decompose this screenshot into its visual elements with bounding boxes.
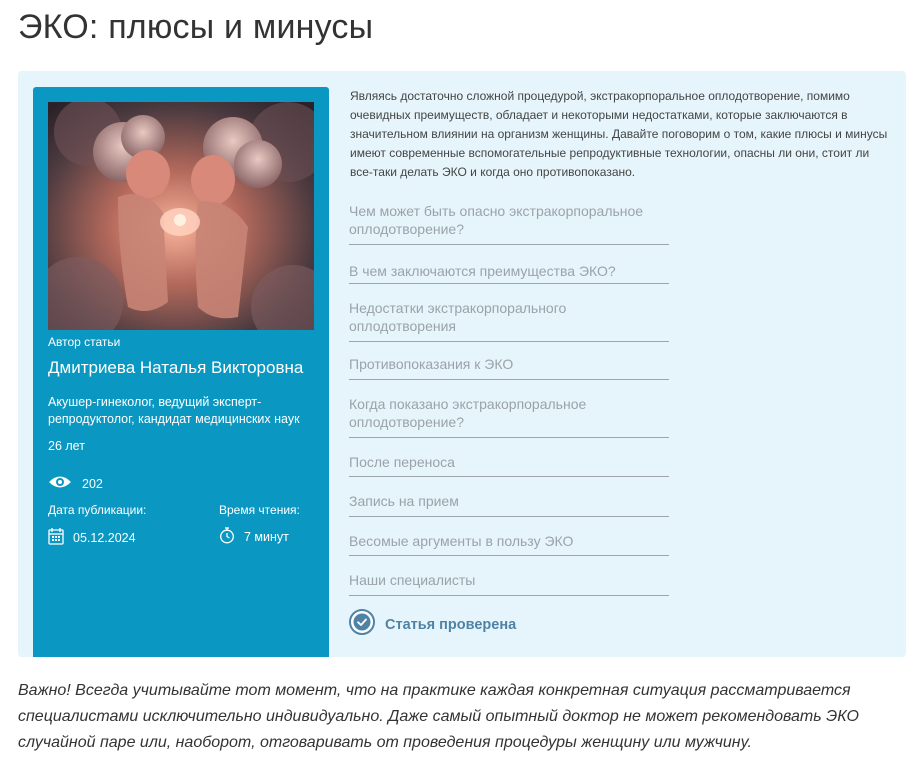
reading-time-value: 7 минут: [244, 530, 289, 544]
page-title: ЭКО: плюсы и минусы: [18, 8, 374, 46]
toc-item: После переноса: [349, 453, 669, 477]
toc-link[interactable]: Противопоказания к ЭКО: [349, 355, 669, 380]
toc-item: Запись на прием: [349, 492, 669, 517]
published-label: Дата публикации:: [48, 503, 147, 517]
toc-link[interactable]: Чем может быть опасно экстракорпоральное…: [349, 202, 669, 245]
toc-link[interactable]: Недостатки экстракорпорального оплодотво…: [349, 299, 669, 342]
reading-time: 7 минут: [219, 527, 289, 547]
author-name[interactable]: Дмитриева Наталья Викторовна: [48, 358, 303, 378]
toc-item: Весомые аргументы в пользу ЭКО: [349, 532, 669, 556]
toc-item: Противопоказания к ЭКО: [349, 355, 669, 380]
verified-label: Статья проверена: [385, 616, 517, 633]
article-verified-badge[interactable]: Статья проверена: [349, 609, 516, 640]
important-note: Важно! Всегда учитывайте тот момент, что…: [18, 682, 859, 751]
calendar-icon: [48, 527, 64, 548]
author-position: Акушер-гинеколог, ведущий эксперт-репрод…: [48, 395, 300, 426]
reading-time-label: Время чтения:: [219, 503, 300, 517]
views-count: 202: [82, 476, 103, 491]
article-intro: Являясь достаточно сложной процедурой, э…: [350, 89, 888, 179]
views-counter: 202: [48, 474, 103, 493]
check-circle-icon: [349, 609, 375, 640]
toc-item: Недостатки экстракорпорального оплодотво…: [349, 299, 669, 342]
article-illustration: [48, 102, 314, 330]
toc-link[interactable]: Когда показано экстракорпоральное оплодо…: [349, 395, 669, 438]
author-card: Автор статьи Дмитриева Наталья Викторовн…: [33, 87, 329, 657]
table-of-contents: Чем может быть опасно экстракорпоральное…: [349, 202, 669, 596]
eye-icon: [48, 474, 72, 493]
published-date: 05.12.2024: [48, 527, 136, 548]
toc-link[interactable]: После переноса: [349, 453, 669, 477]
toc-link[interactable]: Наши специалисты: [349, 571, 669, 596]
toc-link[interactable]: В чем заключаются преимущества ЭКО?: [349, 262, 669, 284]
toc-link[interactable]: Запись на прием: [349, 492, 669, 517]
toc-item: Наши специалисты: [349, 571, 669, 596]
toc-item: Чем может быть опасно экстракорпоральное…: [349, 202, 669, 245]
timer-icon: [219, 527, 235, 547]
author-experience: 26 лет: [48, 439, 85, 453]
toc-item: Когда показано экстракорпоральное оплодо…: [349, 395, 669, 438]
toc-link[interactable]: Весомые аргументы в пользу ЭКО: [349, 532, 669, 556]
toc-item: В чем заключаются преимущества ЭКО?: [349, 262, 669, 284]
author-caption: Автор статьи: [48, 335, 121, 349]
published-date-value: 05.12.2024: [73, 530, 136, 545]
